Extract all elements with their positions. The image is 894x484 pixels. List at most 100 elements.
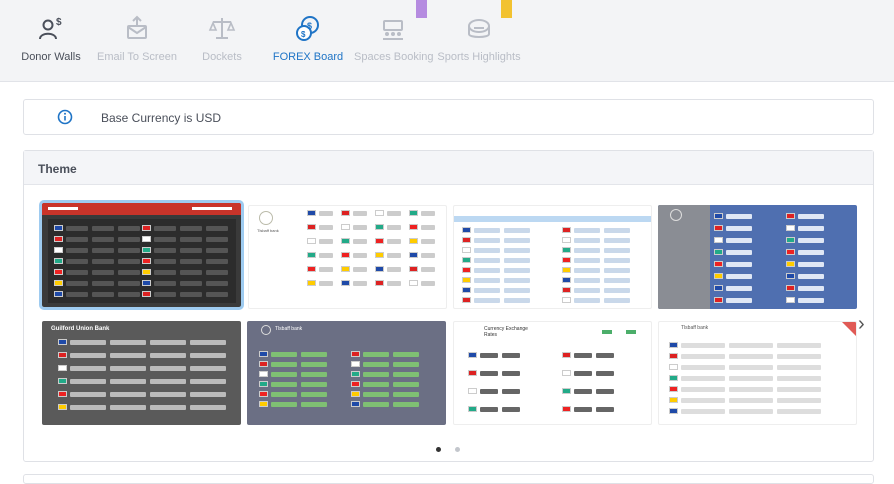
rate-cell — [729, 376, 773, 381]
flag-icon — [409, 224, 418, 230]
rate-cell — [70, 392, 106, 397]
flag-icon — [562, 227, 571, 233]
rate-cell — [504, 228, 530, 233]
rate-cell — [574, 298, 600, 303]
theme-thumbnail-5[interactable]: Guilford Union Bank — [42, 321, 241, 425]
tab-donor-walls[interactable]: $ Donor Walls — [15, 0, 87, 82]
carousel-next-button[interactable]: › — [858, 313, 865, 336]
rate-cell — [363, 382, 389, 387]
flag-icon — [307, 266, 316, 272]
rate-cell — [353, 267, 367, 272]
base-currency-text: Base Currency is USD — [101, 111, 222, 125]
theme-thumbnail-2[interactable]: Tlsbaff bank — [248, 205, 447, 309]
rate-cell — [480, 371, 498, 376]
tab-dockets[interactable]: Dockets — [196, 0, 248, 82]
flag-icon — [307, 224, 316, 230]
theme-thumbnail-3[interactable] — [453, 205, 652, 309]
rate-cell — [271, 382, 297, 387]
flag-icon — [307, 280, 316, 286]
flag-icon — [669, 397, 678, 403]
rate-cell — [363, 362, 389, 367]
rate-cell — [92, 292, 114, 297]
flag-icon — [341, 252, 350, 258]
carousel-dot-2[interactable] — [455, 447, 461, 452]
rate-cell — [596, 407, 614, 412]
flag-icon — [58, 391, 67, 397]
rate-cell — [92, 281, 114, 286]
rate-cell — [504, 238, 530, 243]
svg-text:$: $ — [301, 30, 306, 39]
rate-cell — [681, 365, 725, 370]
rate-cell — [574, 268, 600, 273]
rate-cell — [180, 259, 202, 264]
flag-icon — [351, 391, 360, 397]
theme-thumbnail-7[interactable]: Currency Exchange Rates — [453, 321, 652, 425]
rate-cell — [681, 387, 725, 392]
rate-cell — [729, 343, 773, 348]
flag-icon — [714, 261, 723, 267]
rate-cell — [726, 298, 752, 303]
rate-cell — [604, 298, 630, 303]
info-icon — [57, 109, 73, 125]
rate-cell — [66, 226, 88, 231]
rate-cell — [70, 379, 106, 384]
rate-cell — [726, 250, 752, 255]
rate-cell — [206, 237, 228, 242]
premium-ribbon-icon — [501, 0, 512, 18]
rate-cell — [574, 371, 592, 376]
rate-cell — [777, 409, 821, 414]
rate-cell — [604, 278, 630, 283]
top-navigation-bar: $ Donor Walls Email To Screen Dockets $ … — [0, 0, 894, 82]
rate-cell — [271, 352, 297, 357]
stadium-icon — [468, 19, 490, 38]
flag-icon — [409, 266, 418, 272]
rate-cell — [604, 258, 630, 263]
rate-cell — [387, 267, 401, 272]
rate-cell — [393, 402, 419, 407]
thumb-title: Tlsbaff bank — [275, 326, 303, 332]
theme-thumbnail-4[interactable] — [658, 205, 857, 309]
flag-icon — [714, 213, 723, 219]
rate-cell — [387, 211, 401, 216]
tab-email-to-screen[interactable]: Email To Screen — [96, 0, 178, 82]
rate-cell — [150, 405, 186, 410]
rate-cell — [777, 387, 821, 392]
rate-cell — [574, 228, 600, 233]
rate-cell — [798, 238, 824, 243]
flag-icon — [468, 370, 477, 376]
rate-cell — [681, 354, 725, 359]
rate-cell — [777, 365, 821, 370]
flag-icon — [341, 238, 350, 244]
rate-cell — [301, 372, 327, 377]
flag-icon — [58, 378, 67, 384]
rate-cell — [271, 392, 297, 397]
flag-icon — [786, 249, 795, 255]
rate-cell — [474, 238, 500, 243]
rate-cell — [574, 278, 600, 283]
flag-icon — [562, 277, 571, 283]
flag-icon — [54, 269, 63, 275]
rate-cell — [190, 353, 226, 358]
flag-icon — [786, 273, 795, 279]
rate-cell — [66, 237, 88, 242]
flag-icon — [462, 247, 471, 253]
theme-thumbnail-1[interactable] — [39, 200, 244, 310]
rate-cell — [118, 237, 140, 242]
thumb-title: Tlsbaff bank — [681, 325, 709, 331]
flag-icon — [54, 247, 63, 253]
thumb-title: Tlsbaff bank — [257, 228, 279, 233]
flag-icon — [468, 406, 477, 412]
theme-thumbnail-6[interactable]: Tlsbaff bank — [247, 321, 446, 425]
flag-icon — [54, 291, 63, 297]
flag-icon — [58, 404, 67, 410]
rate-cell — [206, 270, 228, 275]
flag-icon — [409, 280, 418, 286]
tab-forex-board[interactable]: $ $ FOREX Board — [270, 0, 346, 82]
rate-cell — [353, 225, 367, 230]
flag-icon — [462, 267, 471, 273]
theme-thumbnail-8[interactable]: Tlsbaff bank — [658, 321, 857, 425]
rate-cell — [798, 214, 824, 219]
flag-icon — [142, 258, 151, 264]
carousel-dot-1[interactable] — [436, 447, 441, 452]
flag-icon — [307, 252, 316, 258]
